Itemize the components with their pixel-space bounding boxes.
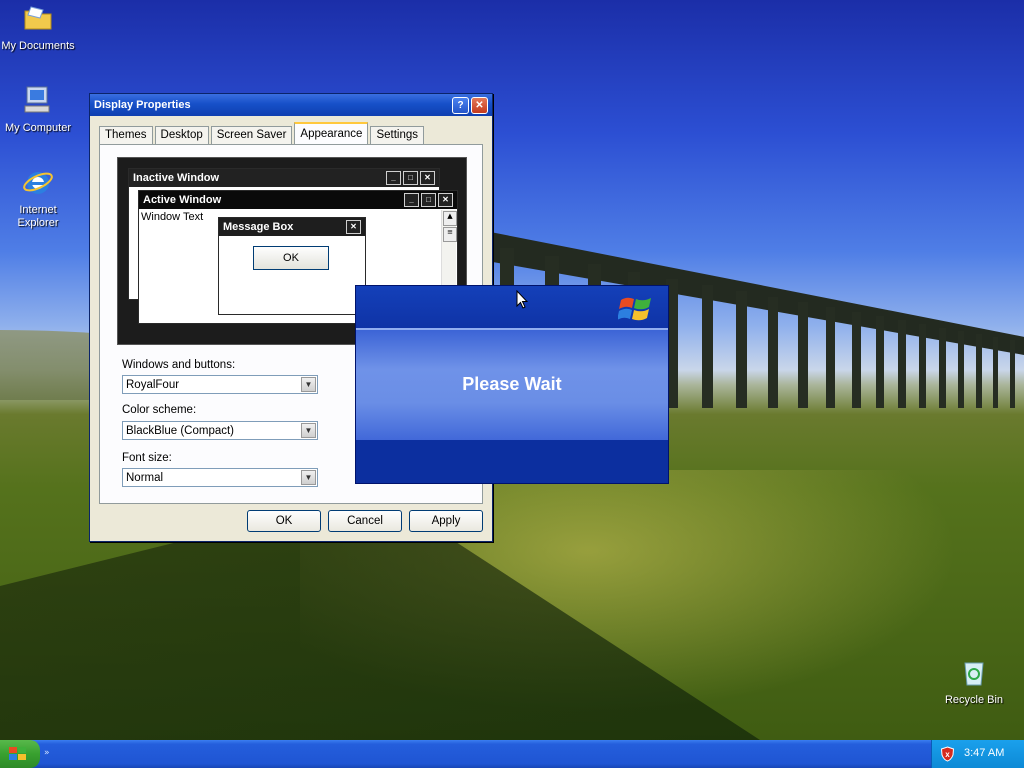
- desktop-icon-my-computer[interactable]: My Computer: [0, 84, 78, 135]
- chevron-down-icon[interactable]: ▼: [301, 470, 316, 485]
- please-wait-message: Please Wait: [462, 374, 562, 394]
- wait-footer: [356, 440, 668, 483]
- maximize-icon: □: [403, 171, 418, 185]
- tab-screen-saver[interactable]: Screen Saver: [210, 126, 293, 144]
- minimize-icon: _: [386, 171, 401, 185]
- mouse-cursor-icon: [516, 290, 528, 309]
- preview-active-title: Active Window: [143, 194, 222, 206]
- close-icon: ✕: [420, 171, 435, 185]
- folder-icon: [24, 6, 52, 30]
- tab-strip: Themes Desktop Screen Saver Appearance S…: [99, 122, 426, 144]
- close-icon: ✕: [438, 193, 453, 207]
- close-icon[interactable]: ✕: [471, 96, 488, 114]
- windows-logo-icon: [618, 297, 651, 321]
- preview-ok-button: OK: [253, 246, 329, 270]
- color-scheme-select[interactable]: BlackBlue (Compact) ▼: [122, 421, 318, 440]
- cancel-button[interactable]: Cancel: [328, 510, 402, 532]
- desktop-icon-my-documents[interactable]: My Documents: [0, 2, 78, 53]
- start-button[interactable]: [0, 740, 40, 768]
- preview-inactive-title: Inactive Window: [133, 172, 220, 184]
- clock[interactable]: 3:47 AM: [964, 747, 1004, 759]
- system-tray: x 3:47 AM: [931, 740, 1024, 768]
- font-size-label: Font size:: [122, 452, 172, 464]
- font-size-select[interactable]: Normal ▼: [122, 468, 318, 487]
- preview-message-box: Message Box ✕ OK: [218, 217, 366, 315]
- preview-window-text: Window Text: [141, 211, 204, 223]
- desktop-icon-internet-explorer[interactable]: Internet Explorer: [0, 166, 78, 230]
- computer-icon: [24, 86, 50, 113]
- tab-desktop[interactable]: Desktop: [154, 126, 209, 144]
- desktop-icon-recycle-bin[interactable]: Recycle Bin: [934, 656, 1014, 707]
- chevron-down-icon[interactable]: ▼: [301, 423, 316, 438]
- chevron-down-icon[interactable]: ▼: [301, 377, 316, 392]
- windows-and-buttons-select[interactable]: RoyalFour ▼: [122, 375, 318, 394]
- svg-text:x: x: [945, 750, 950, 759]
- preview-message-box-title: Message Box: [223, 221, 294, 233]
- scroll-up-icon: ▲: [443, 211, 457, 226]
- apply-button[interactable]: Apply: [409, 510, 483, 532]
- scroll-thumb: ≡: [443, 227, 457, 242]
- minimize-icon: _: [404, 193, 419, 207]
- taskbar: » x 3:47 AM: [0, 740, 1024, 768]
- quick-launch-expand-icon[interactable]: »: [44, 748, 52, 760]
- tab-settings[interactable]: Settings: [370, 126, 425, 144]
- recycle-bin-icon: [964, 662, 984, 686]
- window-title: Display Properties: [94, 99, 191, 111]
- security-shield-icon[interactable]: x: [940, 746, 955, 762]
- internet-explorer-icon: [23, 172, 53, 194]
- ok-button[interactable]: OK: [247, 510, 321, 532]
- maximize-icon: □: [421, 193, 436, 207]
- tab-appearance[interactable]: Appearance: [294, 122, 369, 144]
- windows-flag-icon: [9, 747, 26, 760]
- window-titlebar[interactable]: Display Properties ? ✕: [90, 94, 492, 116]
- close-icon: ✕: [346, 220, 361, 234]
- please-wait-dialog: Please Wait: [355, 285, 669, 484]
- tab-themes[interactable]: Themes: [99, 126, 153, 144]
- help-icon[interactable]: ?: [452, 96, 469, 114]
- color-scheme-label: Color scheme:: [122, 404, 197, 416]
- windows-and-buttons-label: Windows and buttons:: [122, 359, 236, 371]
